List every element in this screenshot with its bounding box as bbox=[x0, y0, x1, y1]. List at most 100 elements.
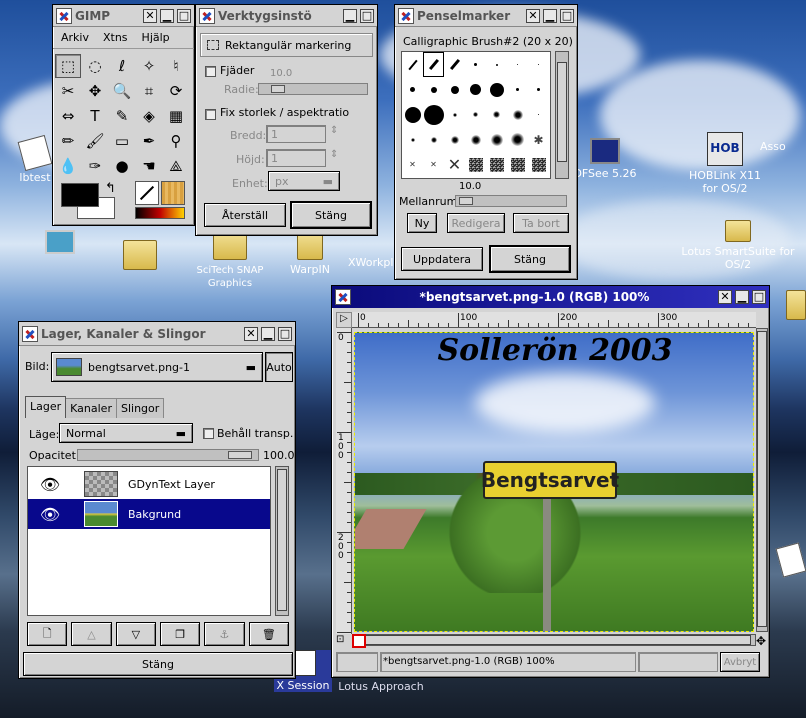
image-vertical-scrollbar[interactable] bbox=[756, 328, 768, 632]
lower-layer-icon[interactable]: ▽ bbox=[115, 622, 156, 646]
radius-slider[interactable] bbox=[258, 83, 368, 95]
bezier-icon[interactable]: ♮ bbox=[163, 54, 189, 78]
navigate-icon[interactable]: ✥ bbox=[756, 634, 770, 648]
quickmask-icon[interactable] bbox=[352, 634, 366, 648]
brush-item[interactable] bbox=[465, 152, 486, 177]
brush-item[interactable] bbox=[486, 152, 507, 177]
brushes-close-button[interactable]: Stäng bbox=[489, 245, 571, 273]
brush-item[interactable] bbox=[486, 77, 507, 102]
system-menu-icon[interactable] bbox=[22, 325, 38, 342]
menu-hjalp[interactable]: Hjälp bbox=[142, 31, 170, 44]
close-icon[interactable]: ✕ bbox=[718, 290, 732, 304]
keep-transparency-checkbox[interactable] bbox=[203, 428, 214, 439]
brush-item[interactable] bbox=[486, 127, 507, 152]
anchor-layer-icon[interactable]: ⚓ bbox=[204, 622, 245, 646]
image-horizontal-scrollbar[interactable] bbox=[352, 634, 756, 646]
close-icon[interactable]: ✕ bbox=[526, 8, 540, 23]
color-picker-icon[interactable]: ✎ bbox=[109, 104, 135, 128]
ellipse-select-icon[interactable]: ◌ bbox=[82, 54, 108, 78]
blend-icon[interactable]: ▦ bbox=[163, 104, 189, 128]
image-titlebar[interactable]: *bengtsarvet.png-1.0 (RGB) 100% ✕ ▁ □ bbox=[332, 286, 769, 308]
close-icon[interactable]: ✕ bbox=[244, 326, 258, 341]
measure-icon[interactable]: ⟁ bbox=[163, 154, 189, 178]
cancel-button[interactable]: Avbryt bbox=[720, 652, 760, 672]
brush-preview-icon[interactable] bbox=[135, 181, 159, 205]
scissors-icon[interactable]: ✂ bbox=[55, 79, 81, 103]
delete-brush-button[interactable]: Ta bort bbox=[513, 213, 569, 233]
desktop-icon-approach[interactable]: Lotus Approach bbox=[336, 680, 426, 693]
system-menu-icon[interactable] bbox=[335, 289, 351, 305]
duplicate-layer-icon[interactable]: ❐ bbox=[159, 622, 201, 646]
brush-item[interactable] bbox=[486, 102, 507, 127]
desktop-icon-hoblink[interactable]: HOB HOBLink X11 for OS/2 bbox=[680, 132, 770, 195]
convolve-icon[interactable]: 💧 bbox=[55, 154, 81, 178]
refresh-button[interactable]: Uppdatera bbox=[401, 247, 483, 271]
vertical-ruler[interactable]: 0 100 200 bbox=[336, 328, 352, 634]
maximize-icon[interactable]: □ bbox=[360, 8, 374, 23]
clone-icon[interactable]: ⚲ bbox=[163, 129, 189, 153]
brush-item[interactable]: ✕ bbox=[444, 152, 465, 177]
brush-item[interactable] bbox=[507, 152, 528, 177]
brush-item[interactable] bbox=[402, 52, 423, 77]
brush-item[interactable] bbox=[444, 127, 465, 152]
fuzzy-select-icon[interactable]: ✧ bbox=[136, 54, 162, 78]
reset-button[interactable]: Återställ bbox=[204, 203, 286, 227]
desktop-icon-doc-right[interactable] bbox=[775, 542, 806, 578]
brushes-titlebar[interactable]: Penselmarker ✕ ▁ □ bbox=[395, 5, 577, 27]
brush-item[interactable] bbox=[507, 52, 528, 77]
image-canvas[interactable]: Sollerön 2003 Bengtsarvet bbox=[354, 332, 754, 632]
spacing-slider[interactable] bbox=[455, 195, 567, 207]
opacity-slider[interactable] bbox=[77, 449, 259, 461]
edit-brush-button[interactable]: Redigera bbox=[447, 213, 505, 233]
unit-dropdown[interactable]: px ▬ bbox=[268, 171, 340, 191]
minimize-icon[interactable]: ▁ bbox=[735, 290, 749, 304]
desktop-icon-asso[interactable]: Asso bbox=[760, 140, 806, 153]
menu-arkiv[interactable]: Arkiv bbox=[61, 31, 89, 44]
paintbrush-icon[interactable]: 🖌 bbox=[82, 129, 108, 153]
close-icon[interactable]: ✕ bbox=[143, 8, 157, 23]
ink-icon[interactable]: ✑ bbox=[82, 154, 108, 178]
tab-paths[interactable]: Slingor bbox=[116, 398, 165, 418]
fixed-size-checkbox[interactable] bbox=[205, 109, 216, 120]
gradient-preview[interactable] bbox=[135, 207, 185, 219]
airbrush-icon[interactable]: ✒ bbox=[136, 129, 162, 153]
brush-item[interactable] bbox=[465, 102, 486, 127]
image-selector-dropdown[interactable]: bengtsarvet.png-1 ▬ bbox=[51, 352, 263, 382]
desktop-icon-warpin[interactable]: WarpIN bbox=[285, 230, 335, 276]
brush-item[interactable] bbox=[402, 102, 423, 127]
brush-item[interactable]: ✱ bbox=[528, 127, 549, 152]
tab-channels[interactable]: Kanaler bbox=[66, 398, 117, 418]
maximize-icon[interactable]: □ bbox=[560, 8, 574, 23]
bucket-fill-icon[interactable]: ◈ bbox=[136, 104, 162, 128]
brush-item[interactable] bbox=[402, 77, 423, 102]
smudge-icon[interactable]: ☚ bbox=[136, 154, 162, 178]
layers-titlebar[interactable]: Lager, Kanaler & Slingor ✕ ▁ □ bbox=[19, 322, 295, 346]
brush-item[interactable] bbox=[423, 102, 444, 127]
brush-item[interactable]: ✕ bbox=[402, 152, 423, 177]
minimize-icon[interactable]: ▁ bbox=[343, 8, 357, 23]
brush-item[interactable] bbox=[528, 52, 549, 77]
brush-item[interactable] bbox=[528, 152, 549, 177]
menu-arrow-icon[interactable]: ▷ bbox=[336, 312, 352, 328]
width-spinner-icon[interactable]: ⇕ bbox=[330, 125, 338, 136]
brush-item[interactable] bbox=[465, 52, 486, 77]
tool-options-titlebar[interactable]: Verktygsinstö ▁ □ bbox=[196, 5, 377, 27]
system-menu-icon[interactable] bbox=[398, 7, 414, 24]
desktop-icon-xworkplace[interactable]: XWorkplace bbox=[348, 256, 413, 269]
desktop-icon-lotus[interactable]: Lotus SmartSuite for OS/2 bbox=[670, 220, 806, 271]
pattern-preview-icon[interactable] bbox=[161, 181, 185, 205]
eraser-icon[interactable]: ▭ bbox=[109, 129, 135, 153]
layers-close-button[interactable]: Stäng bbox=[23, 652, 293, 676]
feather-checkbox[interactable] bbox=[205, 66, 216, 77]
auto-toggle-button[interactable]: Auto bbox=[265, 352, 293, 382]
text-icon[interactable]: T bbox=[82, 104, 108, 128]
zoom-icon[interactable]: ⊡ bbox=[336, 634, 350, 648]
raise-layer-icon[interactable]: △ bbox=[71, 622, 112, 646]
brush-item[interactable] bbox=[444, 52, 465, 77]
horizontal-ruler[interactable]: 0 100 200 300 bbox=[352, 312, 756, 328]
maximize-icon[interactable]: □ bbox=[177, 8, 191, 23]
maximize-icon[interactable]: □ bbox=[752, 290, 766, 304]
minimize-icon[interactable]: ▁ bbox=[543, 8, 557, 23]
height-field[interactable]: 1 bbox=[266, 149, 326, 167]
eye-icon[interactable]: 👁 bbox=[28, 505, 72, 524]
